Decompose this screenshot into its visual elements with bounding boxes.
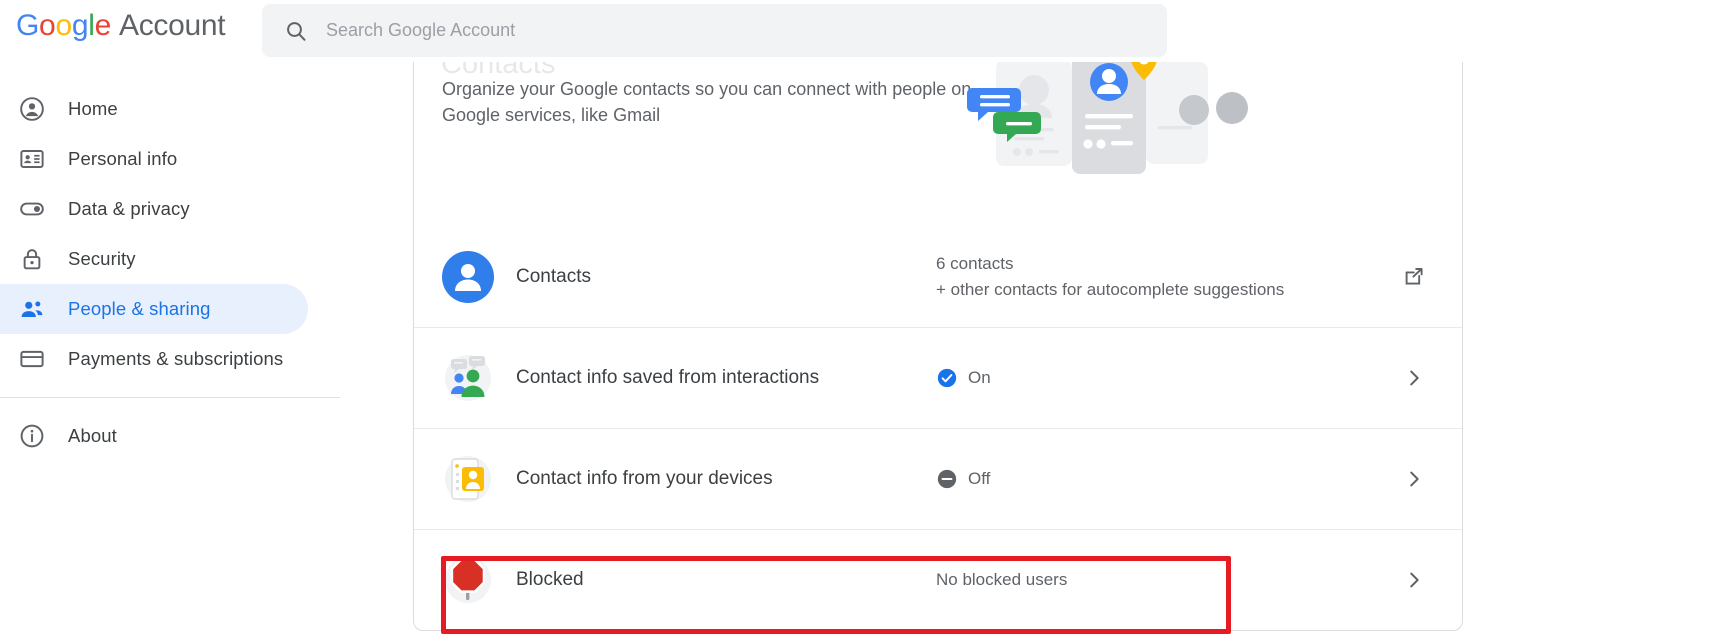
sidebar-divider [0, 397, 340, 398]
row-status: No blocked users [936, 570, 1366, 590]
chevron-right-icon[interactable] [1366, 367, 1462, 389]
lock-icon [18, 245, 46, 273]
sidebar-item-about[interactable]: About [0, 411, 308, 461]
people-icon [18, 295, 46, 323]
sidebar-item-label: Security [68, 248, 136, 269]
logo-letter-e: e [94, 9, 112, 42]
sidebar-item-label: Data & privacy [68, 198, 190, 219]
minus-circle-icon [936, 468, 958, 490]
row-label: Contact info saved from interactions [516, 367, 820, 388]
id-card-icon [18, 145, 46, 173]
sidebar-item-data-privacy[interactable]: Data & privacy [0, 184, 308, 234]
logo-letter-g: G [16, 9, 40, 42]
card-hero: Contacts Organize your Google contacts s… [414, 54, 1462, 226]
sidebar-item-label: About [68, 425, 117, 446]
search-icon [284, 19, 308, 43]
sidebar-item-label: Personal info [68, 148, 178, 169]
info-icon [18, 422, 46, 450]
account-circle-icon [18, 95, 46, 123]
row-status: Off [936, 468, 1366, 490]
main-content: Contacts Organize your Google contacts s… [413, 53, 1513, 634]
sidebar-item-label: Payments & subscriptions [68, 348, 284, 369]
status-text: On [968, 368, 991, 387]
row-status: 6 contacts + other contacts for autocomp… [936, 251, 1366, 303]
sidebar-item-personal-info[interactable]: Personal info [0, 134, 308, 184]
sidebar-item-label: Home [68, 98, 118, 119]
device-contact-icon [442, 453, 494, 505]
sidebar-item-label: People & sharing [68, 298, 211, 319]
status-text: No blocked users [936, 570, 1068, 589]
chevron-right-icon[interactable] [1366, 468, 1462, 490]
row-label: Contacts [516, 265, 591, 287]
toggle-switch-icon [18, 195, 46, 223]
table-row[interactable]: Contact info from your devices Off [414, 428, 1462, 529]
sidebar-item-payments-subscriptions[interactable]: Payments & subscriptions [0, 334, 308, 384]
row-label: Blocked [516, 569, 584, 590]
logo-account-word: Account [118, 9, 226, 42]
stop-sign-icon [442, 554, 494, 606]
card-description: Organize your Google contacts so you can… [442, 79, 972, 125]
row-label: Contact info from your devices [516, 468, 773, 489]
check-circle-icon [936, 367, 958, 389]
sidebar-item-people-sharing[interactable]: People & sharing [0, 284, 308, 334]
app-header: Google Account [0, 0, 1712, 62]
external-link-icon[interactable] [1366, 265, 1462, 289]
sidebar-item-security[interactable]: Security [0, 234, 308, 284]
google-account-logo[interactable]: Google Account [16, 9, 226, 43]
logo-letter-o1: o [39, 9, 56, 42]
table-row[interactable]: Blocked No blocked users [414, 529, 1462, 630]
people-chat-icon [442, 352, 494, 404]
contacts-count: 6 contacts [936, 253, 1014, 273]
row-status: On [936, 367, 1366, 389]
logo-letter-g2: g [71, 9, 89, 42]
contacts-card: Contacts Organize your Google contacts s… [413, 53, 1463, 631]
search-bar[interactable] [262, 4, 1167, 57]
contacts-autocomplete-note: + other contacts for autocomplete sugges… [936, 279, 1285, 299]
logo-letter-o2: o [55, 9, 72, 42]
credit-card-icon [18, 345, 46, 373]
sidebar-nav: Home Personal info Data & privacy Securi… [0, 62, 340, 613]
table-row[interactable]: Contacts 6 contacts + other contacts for… [414, 226, 1462, 327]
status-text: Off [968, 469, 991, 488]
sidebar-item-home[interactable]: Home [0, 84, 308, 134]
search-input[interactable] [326, 20, 1149, 41]
table-row[interactable]: Contact info saved from interactions On [414, 327, 1462, 428]
blue-avatar-icon [442, 250, 494, 303]
chevron-right-icon[interactable] [1366, 569, 1462, 591]
contacts-illustration [954, 54, 1254, 212]
